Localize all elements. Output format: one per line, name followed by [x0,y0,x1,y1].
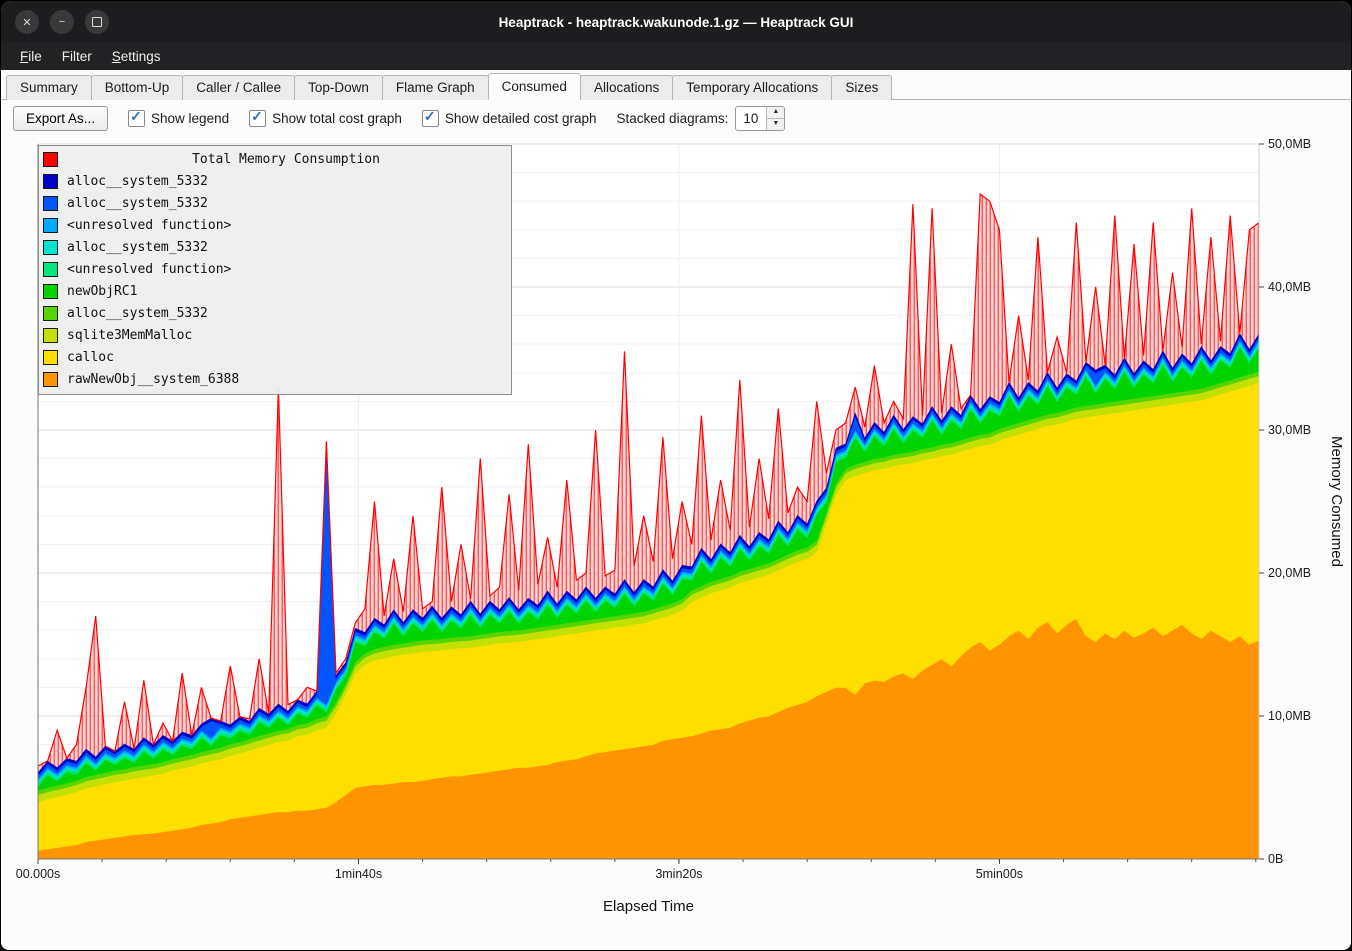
stacked-diagrams-spinbox[interactable]: 10 ▲ ▼ [735,106,785,131]
legend-item: newObjRC1 [43,280,505,302]
tab-flame-graph[interactable]: Flame Graph [382,75,489,100]
stacked-diagrams-label: Stacked diagrams: [617,111,729,126]
maximize-button[interactable] [85,10,109,34]
window-title: Heaptrack - heaptrack.wakunode.1.gz — He… [1,15,1351,30]
legend-item-label: alloc__system_5332 [67,174,208,189]
legend-color-swatch [43,240,58,255]
legend-item: sqlite3MemMalloc [43,324,505,346]
svg-text:40,0MB: 40,0MB [1268,280,1311,294]
svg-text:00.000s: 00.000s [16,867,60,881]
svg-text:30,0MB: 30,0MB [1268,423,1311,437]
legend-item-label: <unresolved function> [67,218,231,233]
checkbox-icon [128,110,145,127]
legend-color-swatch [43,306,58,321]
svg-text:50,0MB: 50,0MB [1268,137,1311,151]
tab-consumed[interactable]: Consumed [488,73,581,100]
checkbox-icon [422,110,439,127]
legend-color-swatch [43,196,58,211]
close-button[interactable]: ✕ [15,10,39,34]
legend-rows: alloc__system_5332 alloc__system_5332 <unr… [43,170,505,390]
legend-color-swatch [43,328,58,343]
legend-item-label: <unresolved function> [67,262,231,277]
checkbox-label: Show detailed cost graph [445,111,597,126]
legend-item: <unresolved function> [43,258,505,280]
menu-file[interactable]: File [11,46,51,67]
tab-bar: Summary Bottom-Up Caller / Callee Top-Do… [1,70,1351,100]
tab-sizes[interactable]: Sizes [831,75,892,100]
legend-item-label: sqlite3MemMalloc [67,328,192,343]
legend-item-label: calloc [67,350,114,365]
show-detailed-cost-graph-checkbox[interactable]: Show detailed cost graph [422,110,597,127]
minimize-icon: − [59,16,65,28]
tab-caller-callee[interactable]: Caller / Callee [182,75,295,100]
menubar: File Filter Settings [1,43,1351,70]
maximize-icon [92,17,102,27]
export-as-button[interactable]: Export As... [13,106,108,131]
tab-summary[interactable]: Summary [6,75,92,100]
tab-bottom-up[interactable]: Bottom-Up [91,75,184,100]
legend-item: alloc__system_5332 [43,170,505,192]
close-icon: ✕ [22,16,31,29]
svg-text:5min00s: 5min00s [976,867,1023,881]
svg-text:10,0MB: 10,0MB [1268,709,1311,723]
legend-item-label: alloc__system_5332 [67,306,208,321]
legend-item-label: alloc__system_5332 [67,196,208,211]
legend-title-row: Total Memory Consumption [43,148,505,170]
tab-top-down[interactable]: Top-Down [294,75,383,100]
svg-text:20,0MB: 20,0MB [1268,566,1311,580]
show-total-cost-graph-checkbox[interactable]: Show total cost graph [249,110,402,127]
stacked-diagrams-control: Stacked diagrams: 10 ▲ ▼ [617,106,786,131]
spinbox-value: 10 [736,107,766,130]
legend-total-swatch [43,152,58,167]
legend-item: calloc [43,346,505,368]
consumed-chart-area: 00.000s 1min40s 3min20s 5min00s 0B 10,0MB 20,0… [1,136,1351,950]
checkbox-icon [249,110,266,127]
legend-item: <unresolved function> [43,214,505,236]
legend-item-label: newObjRC1 [67,284,137,299]
spinbox-up-button[interactable]: ▲ [767,107,784,118]
legend-item-label: rawNewObj__system_6388 [67,372,239,387]
legend-item: alloc__system_5332 [43,192,505,214]
menu-settings[interactable]: Settings [103,46,170,67]
titlebar: ✕ − Heaptrack - heaptrack.wakunode.1.gz … [1,1,1351,43]
svg-text:0B: 0B [1268,852,1283,866]
svg-text:1min40s: 1min40s [335,867,382,881]
spinbox-down-button[interactable]: ▼ [767,118,784,130]
tab-allocations[interactable]: Allocations [580,75,673,100]
svg-text:3min20s: 3min20s [655,867,702,881]
legend-color-swatch [43,284,58,299]
app-window: ✕ − Heaptrack - heaptrack.wakunode.1.gz … [1,1,1351,950]
legend-color-swatch [43,372,58,387]
checkbox-label: Show legend [151,111,229,126]
window-controls: ✕ − [15,10,109,34]
spinbox-arrows: ▲ ▼ [766,107,784,130]
legend-title: Total Memory Consumption [67,152,505,167]
legend-item: alloc__system_5332 [43,236,505,258]
show-legend-checkbox[interactable]: Show legend [128,110,229,127]
legend-item: rawNewObj__system_6388 [43,368,505,390]
chart-toolbar: Export As... Show legend Show total cost… [1,100,1351,136]
checkbox-label: Show total cost graph [272,111,402,126]
menu-filter[interactable]: Filter [53,46,101,67]
legend-item-label: alloc__system_5332 [67,240,208,255]
chart-legend: Total Memory Consumption alloc__system_5… [38,145,512,395]
svg-text:Elapsed Time: Elapsed Time [603,898,694,915]
legend-color-swatch [43,174,58,189]
legend-color-swatch [43,262,58,277]
legend-color-swatch [43,350,58,365]
legend-item: alloc__system_5332 [43,302,505,324]
minimize-button[interactable]: − [50,10,74,34]
tab-temporary-allocations[interactable]: Temporary Allocations [672,75,832,100]
svg-text:Memory Consumed: Memory Consumed [1328,436,1345,567]
legend-color-swatch [43,218,58,233]
